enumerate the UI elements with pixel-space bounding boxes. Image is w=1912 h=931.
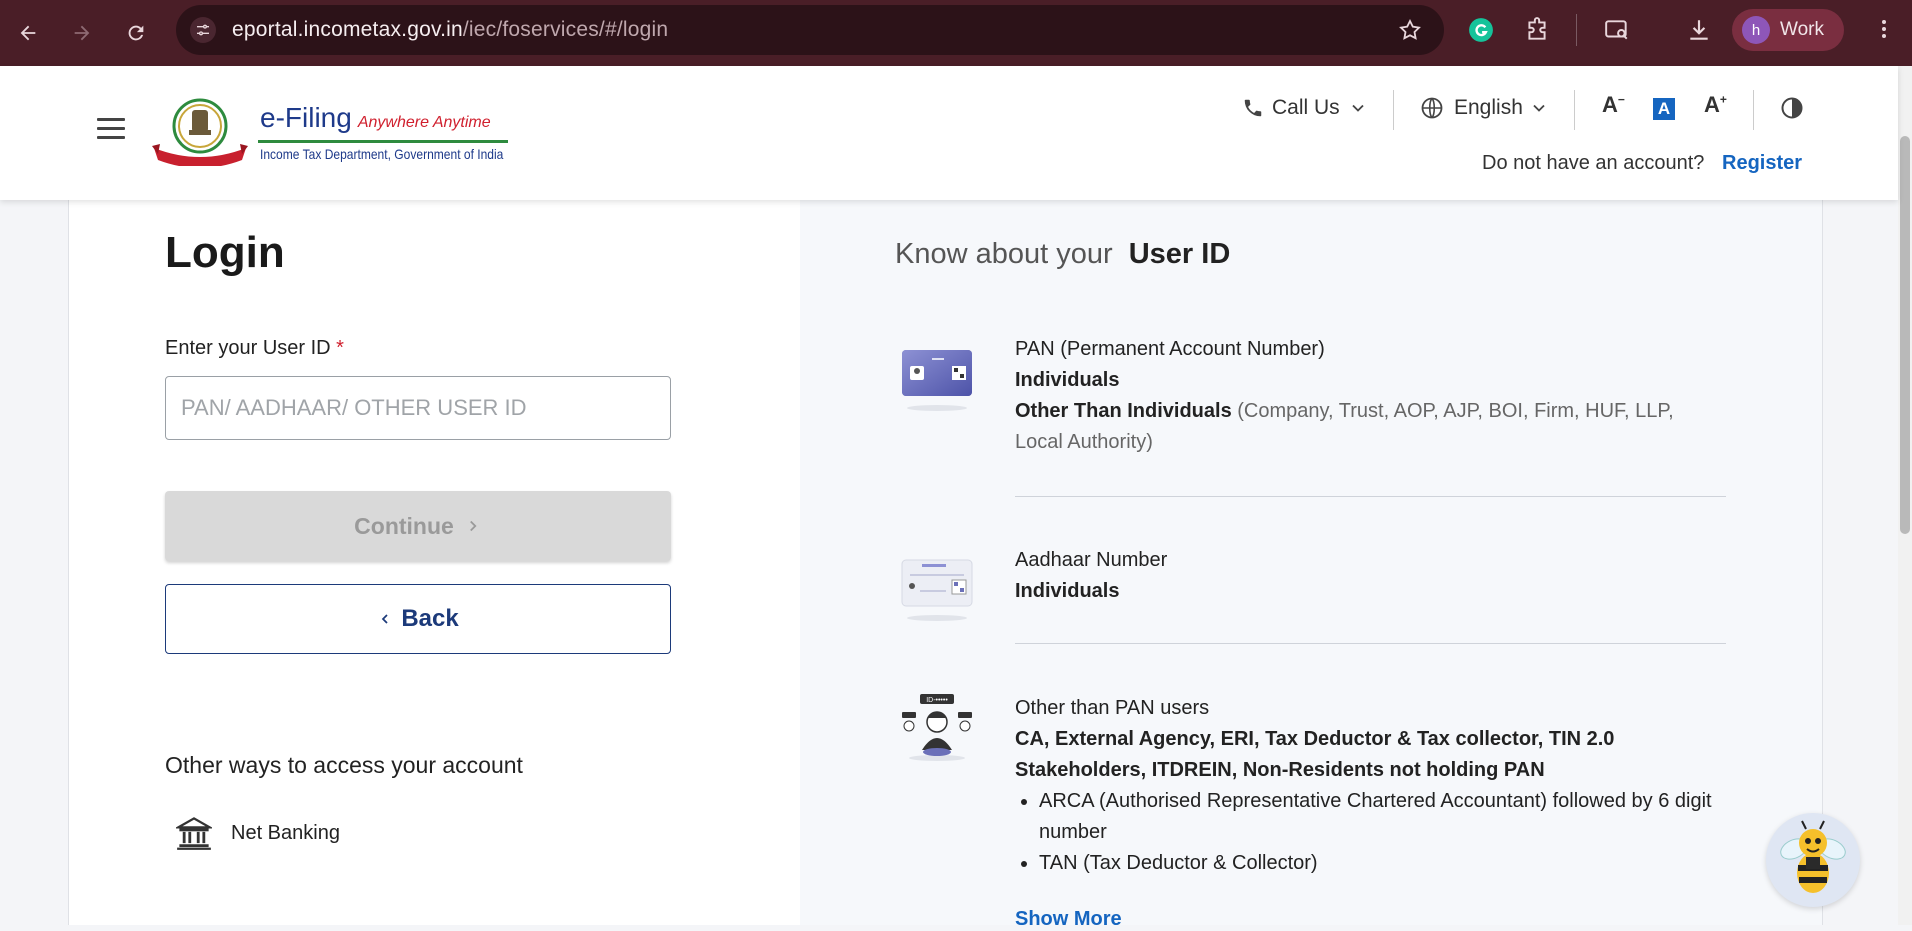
pan-card-icon (902, 350, 972, 411)
list-item: ARCA (Authorised Representative Chartere… (1039, 786, 1729, 848)
pan-entity-types: (Company, Trust, AOP, AJP, BOI, Firm, HU… (1237, 400, 1674, 422)
profile-name: Work (1780, 19, 1824, 40)
bank-icon (176, 817, 212, 850)
site-header: e-Filing Anywhere Anytime Income Tax Depa… (0, 66, 1898, 200)
header-divider (1753, 90, 1754, 130)
call-us-dropdown[interactable]: Call Us (1242, 96, 1368, 120)
no-account-text: Do not have an account? (1482, 152, 1705, 174)
increase-font-button[interactable]: A+ (1704, 92, 1727, 118)
income-tax-emblem-icon (152, 98, 248, 166)
section-divider (1015, 643, 1726, 644)
pan-other-than-individuals: Other Than Individuals (1015, 400, 1232, 422)
chatbot-button[interactable] (1766, 813, 1860, 907)
other-users-list: ARCA (Authorised Representative Chartere… (1015, 786, 1729, 879)
logo-title: e-Filing (260, 102, 352, 133)
site-settings-icon[interactable] (190, 17, 216, 43)
browser-toolbar: eportal.incometax.gov.in/iec/foservices/… (0, 0, 1912, 66)
pan-entity-types-cont: Local Authority) (1015, 431, 1153, 453)
extensions-puzzle-icon[interactable] (1524, 17, 1550, 48)
aadhaar-heading: Aadhaar Number (1015, 549, 1168, 571)
chevron-down-icon (1533, 104, 1545, 112)
contrast-toggle-icon[interactable] (1780, 96, 1804, 120)
logo-underline (258, 140, 508, 143)
pan-individuals: Individuals (1015, 369, 1120, 391)
back-label: Back (401, 605, 459, 632)
other-users-heading: Other than PAN users (1015, 697, 1210, 719)
other-users-line-1: CA, External Agency, ERI, Tax Deductor &… (1015, 728, 1615, 750)
phone-icon (1244, 99, 1262, 117)
aadhaar-info: Aadhaar Number Individuals (1015, 545, 1167, 607)
default-font-button[interactable]: A (1653, 98, 1675, 120)
url-host: eportal.incometax.gov.in (232, 18, 463, 41)
know-title-emphasis: User ID (1128, 238, 1231, 270)
user-id-input[interactable] (165, 376, 671, 440)
profile-button[interactable]: h Work (1732, 9, 1844, 51)
chrome-menu-icon[interactable] (1872, 17, 1896, 46)
url-text[interactable]: eportal.incometax.gov.in/iec/foservices/… (232, 18, 668, 42)
pan-heading: PAN (Permanent Account Number) (1015, 338, 1325, 360)
grammarly-extension-icon[interactable] (1468, 17, 1494, 48)
section-divider (1015, 496, 1726, 497)
bookmark-star-icon[interactable] (1398, 18, 1422, 47)
efiling-title: e-Filing Anywhere Anytime (260, 102, 491, 134)
continue-button[interactable]: Continue (165, 491, 671, 561)
required-asterisk: * (336, 337, 344, 359)
scrollbar-thumb[interactable] (1900, 136, 1910, 534)
bee-mascot-icon (1780, 820, 1846, 893)
toolbar-separator (1576, 14, 1577, 46)
hamburger-menu-icon[interactable] (97, 118, 125, 145)
other-users-info: Other than PAN users CA, External Agency… (1015, 693, 1729, 879)
user-id-label: Enter your User ID * (165, 337, 344, 360)
register-link[interactable]: Register (1722, 152, 1802, 175)
know-title-prefix: Know about your (895, 238, 1113, 270)
reload-icon[interactable] (122, 19, 150, 47)
media-search-icon[interactable] (1604, 17, 1630, 48)
address-bar[interactable]: eportal.incometax.gov.in/iec/foservices/… (176, 5, 1444, 55)
svg-text:ID-•••••: ID-••••• (926, 697, 948, 704)
continue-label: Continue (354, 512, 454, 539)
font-decrease-glyph: A (1602, 92, 1618, 117)
back-arrow-icon[interactable] (14, 19, 42, 47)
profile-avatar: h (1742, 16, 1770, 44)
aadhaar-card-icon (901, 559, 973, 621)
language-label: English (1454, 96, 1523, 119)
url-path: /iec/foservices/#/login (462, 18, 669, 41)
header-divider (1574, 90, 1575, 130)
know-about-heading: Know about your User ID (895, 238, 1230, 271)
font-default-glyph: A (1657, 99, 1671, 118)
aadhaar-individuals: Individuals (1015, 580, 1120, 602)
header-divider (1393, 90, 1394, 130)
chevron-down-icon (1352, 104, 1364, 112)
other-ways-heading: Other ways to access your account (165, 752, 523, 778)
net-banking-label: Net Banking (231, 821, 340, 844)
chevron-right-icon (469, 520, 477, 532)
show-more-link[interactable]: Show More (1015, 908, 1122, 931)
downloads-icon[interactable] (1686, 17, 1712, 48)
forward-arrow-icon[interactable] (68, 19, 96, 47)
logo-tagline: Anywhere Anytime (357, 114, 491, 131)
user-id-label-text: Enter your User ID (165, 337, 331, 359)
page-title: Login (165, 228, 285, 277)
other-users-icon: ID-••••• (902, 694, 972, 761)
list-item: TAN (Tax Deductor & Collector) (1039, 848, 1729, 879)
chevron-left-icon (382, 614, 388, 624)
other-users-line-2: Stakeholders, ITDREIN, Non-Residents not… (1015, 759, 1545, 781)
globe-icon (1421, 97, 1443, 119)
pan-info: PAN (Permanent Account Number) Individua… (1015, 334, 1674, 458)
back-button[interactable]: Back (165, 584, 671, 654)
decrease-font-button[interactable]: A− (1602, 92, 1625, 118)
language-dropdown[interactable]: English (1420, 96, 1549, 120)
logo-subtitle: Income Tax Department, Government of Ind… (260, 146, 504, 162)
net-banking-option[interactable]: Net Banking (176, 815, 340, 851)
call-us-label: Call Us (1272, 96, 1340, 119)
font-increase-glyph: A (1704, 92, 1720, 117)
